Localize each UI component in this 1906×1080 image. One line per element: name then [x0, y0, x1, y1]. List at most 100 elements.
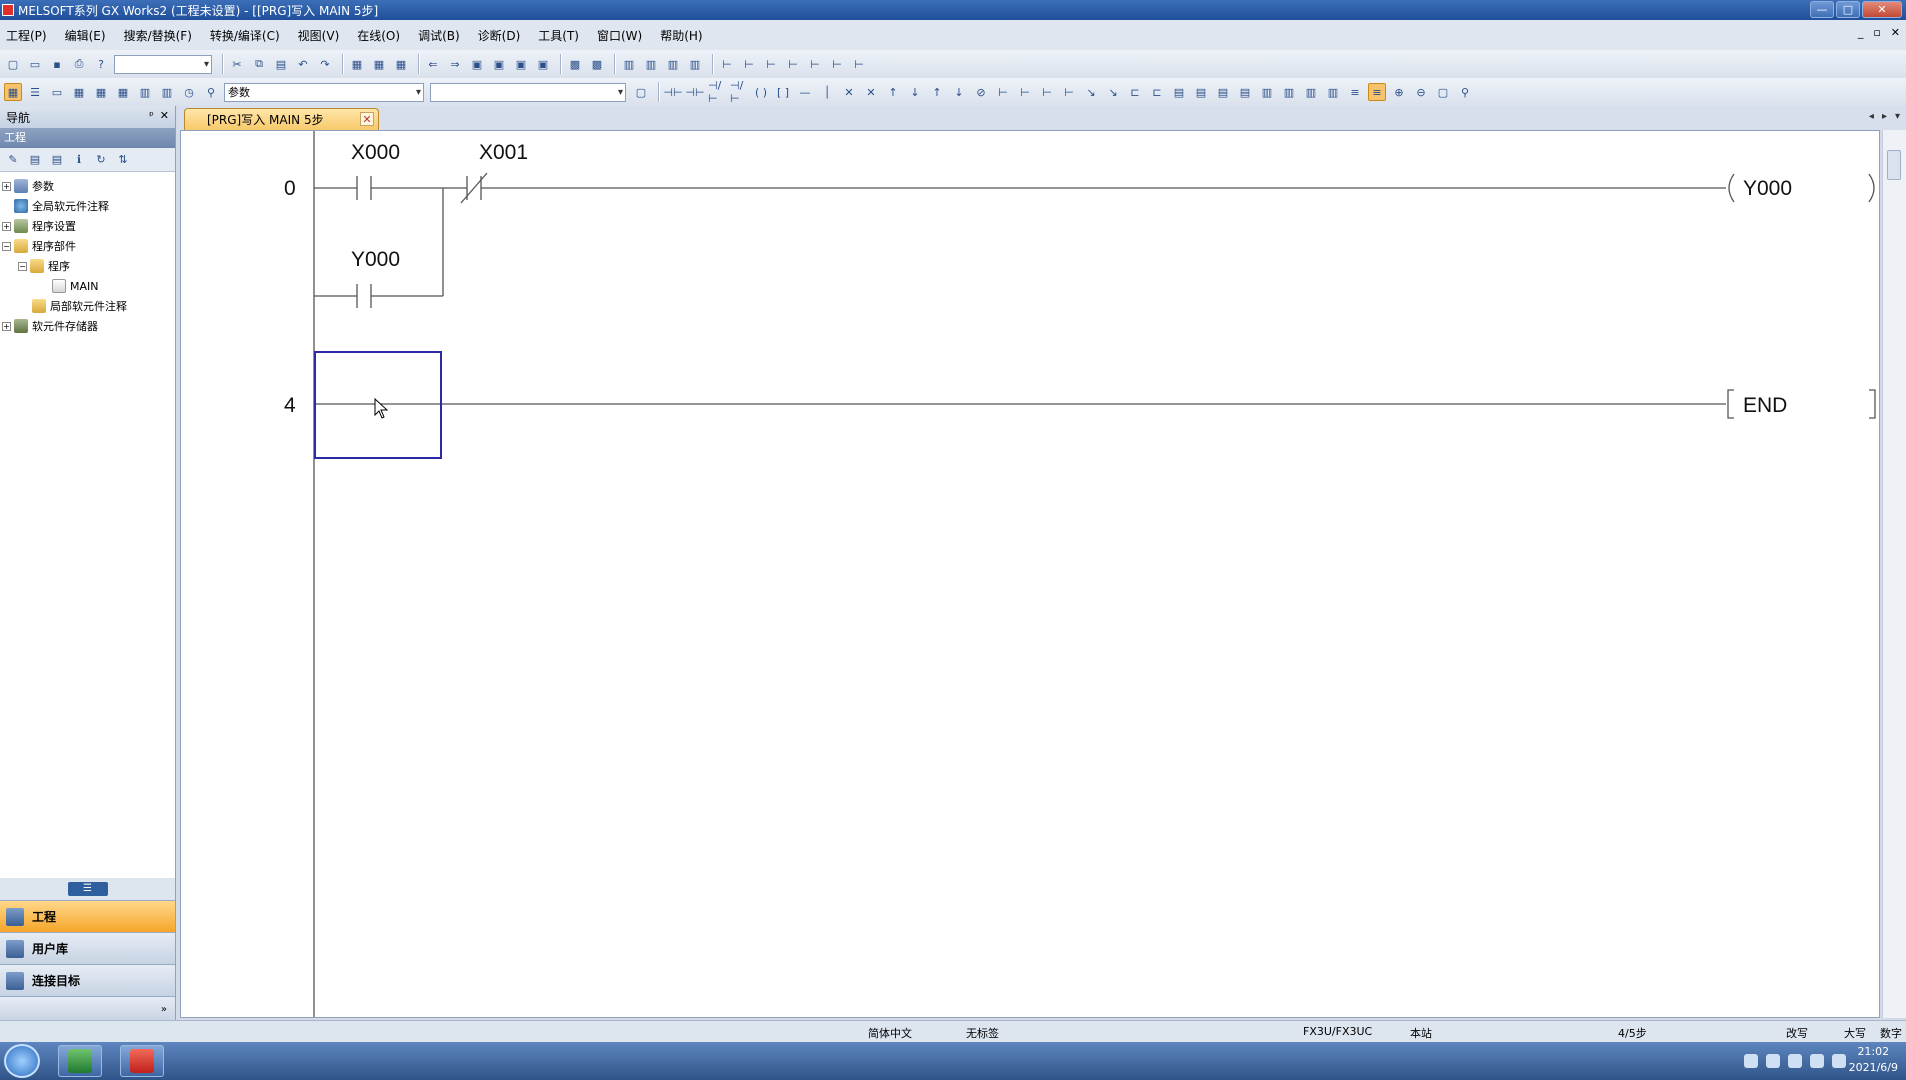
- delete-data-icon[interactable]: ▤: [26, 151, 44, 169]
- help-icon[interactable]: ?: [92, 55, 110, 73]
- zoom-fit-icon[interactable]: ▢: [1434, 83, 1452, 101]
- menu-convert-compile[interactable]: 转换/编译(C): [210, 27, 280, 44]
- falling-pulse-icon[interactable]: ↓: [906, 83, 924, 101]
- copy-icon[interactable]: ⧉: [250, 55, 268, 73]
- tree-item-parameter[interactable]: + 参数: [0, 176, 175, 196]
- nav-tab-project[interactable]: 工程: [0, 900, 175, 932]
- binoculars-icon[interactable]: ⚲: [202, 83, 220, 101]
- statement-edit-icon[interactable]: ▤: [1192, 83, 1210, 101]
- monitor-stop-icon[interactable]: ▣: [512, 55, 530, 73]
- menu-view[interactable]: 视图(V): [298, 27, 340, 44]
- page-icon[interactable]: ▢: [632, 83, 650, 101]
- tree-item-program-settings[interactable]: + 程序设置: [0, 216, 175, 236]
- maximize-button[interactable]: □: [1836, 1, 1860, 18]
- project-combo[interactable]: [114, 54, 212, 74]
- zoom-combo-icon[interactable]: ▥: [158, 83, 176, 101]
- monitor-write-mode-icon[interactable]: ▥: [1324, 83, 1342, 101]
- device-combo[interactable]: 参数: [224, 82, 424, 102]
- pin-icon[interactable]: ᵖ: [149, 109, 154, 122]
- tray-network-icon[interactable]: [1832, 1054, 1846, 1068]
- menu-tools[interactable]: 工具(T): [538, 27, 579, 44]
- open-folder-icon[interactable]: ▭: [26, 55, 44, 73]
- monitor-icon[interactable]: ▣: [490, 55, 508, 73]
- f9-horizontal-line-icon[interactable]: —: [796, 83, 814, 101]
- convert-all-icon[interactable]: ▦: [370, 55, 388, 73]
- op-result-rise-icon[interactable]: ⊢: [994, 83, 1012, 101]
- property-icon[interactable]: ℹ: [70, 151, 88, 169]
- sort-icon[interactable]: ⇅: [114, 151, 132, 169]
- menu-diagnostics[interactable]: 诊断(D): [478, 27, 521, 44]
- tree-item-global-comment[interactable]: 全局软元件注释: [0, 196, 175, 216]
- sfc-step-icon[interactable]: ⊢: [718, 55, 736, 73]
- menu-help[interactable]: 帮助(H): [660, 27, 702, 44]
- tray-security-icon[interactable]: [1788, 1054, 1802, 1068]
- nav-more-icon[interactable]: »: [0, 996, 175, 1022]
- line-draw-icon[interactable]: ↘: [1082, 83, 1100, 101]
- tab-right-icon[interactable]: ▸: [1882, 111, 1887, 122]
- system-clock[interactable]: 21:02 2021/6/9: [1849, 1044, 1898, 1076]
- monitor-mode-icon[interactable]: ▥: [1302, 83, 1320, 101]
- copy-data-icon[interactable]: ▤: [48, 151, 66, 169]
- tray-shield-icon[interactable]: [1744, 1054, 1758, 1068]
- magnifier-icon[interactable]: ⚲: [1456, 83, 1474, 101]
- scroll-thumb[interactable]: [1887, 150, 1901, 180]
- sf9-vertical-line-icon[interactable]: │: [818, 83, 836, 101]
- panel-close-icon[interactable]: ✕: [160, 109, 169, 122]
- parallel-falling-icon[interactable]: ↓: [950, 83, 968, 101]
- nav-tab-connection[interactable]: 连接目标: [0, 964, 175, 996]
- sf6-parallel-nc-contact-icon[interactable]: ⊣/⊢: [730, 79, 748, 105]
- vertical-scrollbar[interactable]: [1882, 130, 1906, 1018]
- f8-instruction-icon[interactable]: [ ]: [774, 83, 792, 101]
- navigation-toggle-icon[interactable]: ▦: [4, 83, 22, 101]
- expand-icon[interactable]: +: [2, 321, 11, 331]
- undo-icon[interactable]: ↶: [294, 55, 312, 73]
- print-icon[interactable]: ⎙: [70, 55, 88, 73]
- cut-icon[interactable]: ✂: [228, 55, 246, 73]
- save-icon[interactable]: ▪: [48, 55, 66, 73]
- falling-contact-icon[interactable]: ⊢: [1060, 83, 1078, 101]
- monitor-write-icon[interactable]: ▣: [534, 55, 552, 73]
- memory-icon[interactable]: ▦: [114, 83, 132, 101]
- tree-item-local-comment[interactable]: 局部软元件注释: [0, 296, 175, 316]
- convert-icon[interactable]: ▦: [348, 55, 366, 73]
- expand-icon[interactable]: +: [2, 221, 11, 231]
- paste-icon[interactable]: ▤: [272, 55, 290, 73]
- tab-prg-main[interactable]: [PRG]写入 MAIN 5步 ✕: [184, 108, 379, 130]
- expand-icon[interactable]: +: [2, 181, 11, 191]
- tab-close-icon[interactable]: ✕: [360, 112, 374, 126]
- new-data-icon[interactable]: ✎: [4, 151, 22, 169]
- mdi-restore-icon[interactable]: ▫: [1873, 26, 1880, 39]
- tree-item-device-memory[interactable]: + 软元件存储器: [0, 316, 175, 336]
- tray-volume-icon[interactable]: [1810, 1054, 1824, 1068]
- sf5-parallel-no-contact-icon[interactable]: ⊣⊢: [685, 83, 704, 101]
- simulation-start-icon[interactable]: ▩: [566, 55, 584, 73]
- zoom-out-icon[interactable]: ⊖: [1412, 83, 1430, 101]
- cf9-delete-horizontal-icon[interactable]: ✕: [840, 83, 858, 101]
- tree-item-program-parts[interactable]: − 程序部件: [0, 236, 175, 256]
- compile-icon[interactable]: ▦: [392, 55, 410, 73]
- taskbar-app-gxworks[interactable]: [58, 1045, 102, 1077]
- f5-no-contact-icon[interactable]: ⊣⊢: [663, 83, 682, 101]
- plc-read-icon[interactable]: ⇐: [424, 55, 442, 73]
- new-file-icon[interactable]: ▢: [4, 55, 22, 73]
- read-mode-icon[interactable]: ▥: [1258, 83, 1276, 101]
- device-batch-icon[interactable]: ▥: [620, 55, 638, 73]
- clock-icon[interactable]: ◷: [180, 83, 198, 101]
- tray-app-icon[interactable]: [1766, 1054, 1780, 1068]
- window-icon[interactable]: ▭: [48, 83, 66, 101]
- line-delete-icon[interactable]: ↘: [1104, 83, 1122, 101]
- sfc-comment-icon[interactable]: ⊢: [828, 55, 846, 73]
- collapse-icon[interactable]: −: [2, 241, 11, 251]
- rising-contact-icon[interactable]: ⊢: [1038, 83, 1056, 101]
- comment-display-icon[interactable]: ≡: [1368, 83, 1386, 101]
- menu-window[interactable]: 窗口(W): [597, 27, 642, 44]
- redo-icon[interactable]: ↷: [316, 55, 334, 73]
- mdi-close-icon[interactable]: ✕: [1891, 26, 1900, 39]
- sfc-end-icon[interactable]: ⊢: [806, 55, 824, 73]
- tab-list-icon[interactable]: ▾: [1895, 111, 1900, 122]
- menu-debug[interactable]: 调试(B): [418, 27, 460, 44]
- invert-icon[interactable]: ⊘: [972, 83, 990, 101]
- sfc-branch-icon[interactable]: ⊢: [762, 55, 780, 73]
- sfc-zoom-icon[interactable]: ⊢: [850, 55, 868, 73]
- rising-pulse-icon[interactable]: ↑: [884, 83, 902, 101]
